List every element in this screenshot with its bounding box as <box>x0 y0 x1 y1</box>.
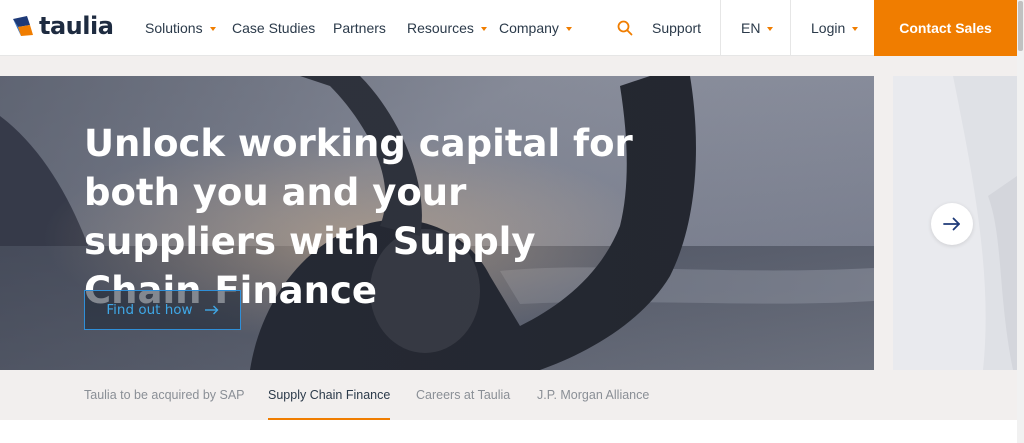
language-label: EN <box>741 20 761 36</box>
chevron-down-icon <box>480 26 487 31</box>
nav-partners[interactable]: Partners <box>333 0 386 56</box>
nav-company-label: Company <box>499 20 559 36</box>
scrollbar-thumb[interactable] <box>1018 1 1023 51</box>
nav-resources-label: Resources <box>407 20 474 36</box>
nav-solutions-label: Solutions <box>145 20 203 36</box>
nav-partners-label: Partners <box>333 20 386 36</box>
arrow-right-icon <box>204 305 219 315</box>
chevron-down-icon <box>767 26 774 31</box>
tab-jp-morgan[interactable]: J.P. Morgan Alliance <box>537 370 649 420</box>
tab-label: Supply Chain Finance <box>268 388 391 402</box>
search-button[interactable] <box>617 0 633 56</box>
login-menu[interactable]: Login <box>811 0 859 56</box>
site-header: taulia Solutions Case Studies Partners R… <box>0 0 1017 56</box>
search-icon <box>617 20 633 36</box>
taulia-logo-mark-icon <box>13 16 33 36</box>
nav-support-label: Support <box>652 20 702 36</box>
chevron-down-icon <box>852 26 859 31</box>
tab-careers[interactable]: Careers at Taulia <box>416 370 510 420</box>
tab-label: Careers at Taulia <box>416 388 511 402</box>
nav-support[interactable]: Support <box>652 0 701 56</box>
nav-divider <box>790 0 791 56</box>
contact-sales-label: Contact Sales <box>899 20 992 36</box>
hero-heading: Unlock working capital for both you and … <box>84 122 633 312</box>
find-out-how-button[interactable]: Find out how <box>84 290 241 330</box>
tab-label: Taulia to be acquired by SAP <box>84 388 245 402</box>
nav-company[interactable]: Company <box>499 0 572 56</box>
carousel-tabs: Taulia to be acquired by SAP Supply Chai… <box>0 370 1017 420</box>
nav-solutions[interactable]: Solutions <box>145 0 216 56</box>
login-label: Login <box>811 20 846 36</box>
taulia-logo[interactable]: taulia <box>10 10 114 42</box>
logo-wordmark: taulia <box>39 12 114 40</box>
nav-divider <box>720 0 721 56</box>
contact-sales-button[interactable]: Contact Sales <box>874 0 1017 56</box>
nav-case-studies-label: Case Studies <box>232 20 316 36</box>
active-tab-indicator <box>268 418 391 420</box>
nav-case-studies[interactable]: Case Studies <box>232 0 315 56</box>
tab-label: J.P. Morgan Alliance <box>537 388 650 402</box>
chevron-down-icon <box>565 26 572 31</box>
page-scrollbar[interactable] <box>1017 0 1024 443</box>
carousel-next-button[interactable] <box>931 203 973 245</box>
language-selector[interactable]: EN <box>741 0 774 56</box>
tab-supply-chain-finance[interactable]: Supply Chain Finance <box>268 370 391 420</box>
find-out-how-label: Find out how <box>106 302 193 318</box>
chevron-down-icon <box>209 26 216 31</box>
tab-taulia-sap[interactable]: Taulia to be acquired by SAP <box>84 370 245 420</box>
arrow-right-icon <box>943 217 960 231</box>
nav-resources[interactable]: Resources <box>407 0 487 56</box>
